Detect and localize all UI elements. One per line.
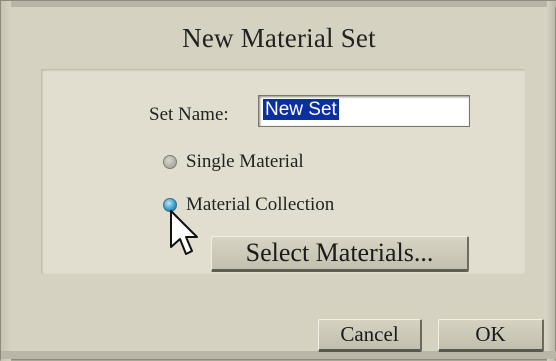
- dialog-top-edge: [1, 1, 556, 7]
- new-material-set-dialog: New Material Set Set Name: New Set Singl…: [0, 0, 556, 361]
- set-name-label: Set Name:: [149, 104, 229, 125]
- ok-button[interactable]: OK: [438, 319, 544, 352]
- arrow-pointer-icon: [170, 210, 198, 255]
- set-name-value: New Set: [263, 99, 339, 120]
- cancel-button[interactable]: Cancel: [318, 319, 422, 352]
- set-name-input[interactable]: New Set: [258, 95, 470, 127]
- radio-button-unchecked-icon[interactable]: [163, 155, 177, 169]
- dialog-left-edge: [1, 1, 11, 361]
- dialog-right-edge: [547, 1, 555, 361]
- dialog-title: New Material Set: [182, 23, 376, 53]
- radio-material-collection-label: Material Collection: [186, 194, 335, 215]
- radio-single-material[interactable]: Single Material: [163, 151, 304, 173]
- select-materials-button[interactable]: Select Materials...: [211, 236, 469, 272]
- dialog-bottom-edge: [1, 351, 556, 359]
- radio-single-material-label: Single Material: [186, 151, 304, 172]
